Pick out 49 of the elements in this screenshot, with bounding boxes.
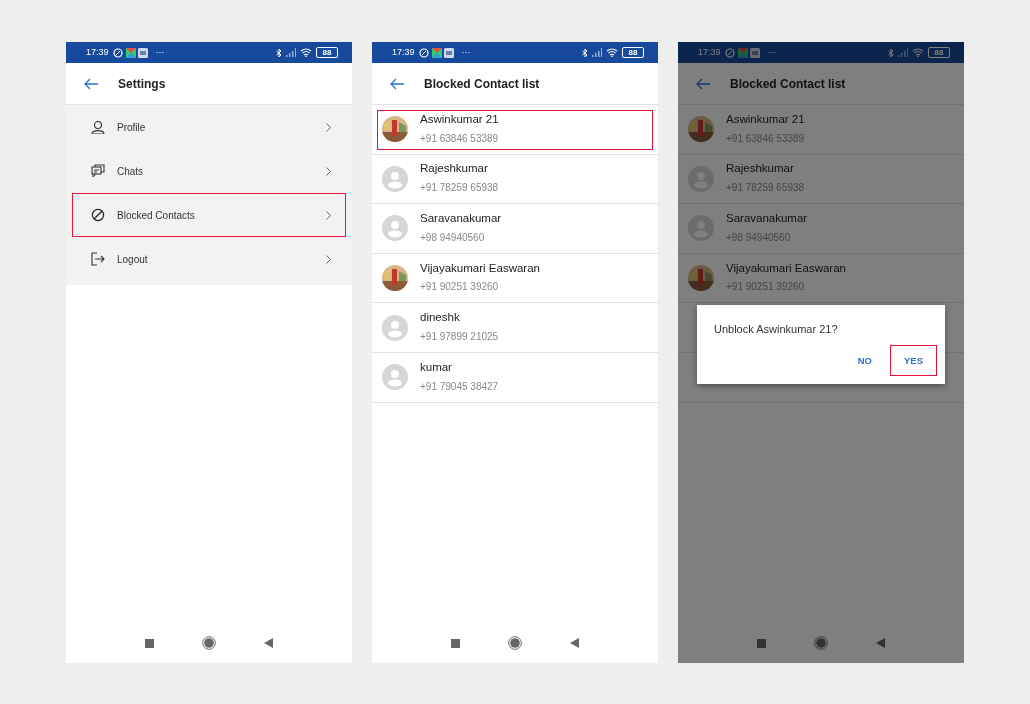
contact-row[interactable]: Aswinkumar 21 +91 63846 53389 — [678, 105, 964, 155]
contact-name: Aswinkumar 21 — [726, 112, 805, 127]
contact-phone: +91 90251 39260 — [420, 280, 500, 295]
contact-name: Vijayakumari Easwaran — [726, 261, 846, 276]
status-time: 17:39 — [698, 45, 721, 59]
settings-item[interactable]: Logout — [72, 237, 346, 281]
contact-row[interactable]: Saravanakumar +98 94940560 — [372, 204, 658, 254]
contact-name: Saravanakumar — [726, 212, 808, 226]
settings-item[interactable]: Profile — [72, 105, 346, 149]
contact-phone: +98 94940560 — [420, 230, 486, 245]
contact-phone: +91 97899 21025 — [420, 330, 499, 345]
battery-indicator: 88 — [316, 47, 338, 58]
contact-row[interactable]: dineshk +91 97899 21025 — [372, 303, 658, 353]
contact-name: dineshk — [420, 311, 461, 326]
contact-name: kumar — [420, 360, 453, 375]
contact-row[interactable]: Saravanakumar +98 94940560 — [678, 204, 964, 254]
status-time: 17:39 — [86, 45, 109, 59]
contact-row[interactable]: Vijayakumari Easwaran +91 90251 39260 — [678, 253, 964, 304]
contact-name: Rajeshkumar — [420, 162, 489, 177]
contact-row[interactable]: Aswinkumar 21 +91 63846 53389 — [372, 105, 658, 155]
dialog-button[interactable]: NO — [843, 344, 886, 376]
screen-title: Settings — [118, 75, 166, 93]
contact-name: Rajeshkumar — [726, 162, 795, 177]
contact-phone: +91 79045 38427 — [420, 379, 499, 394]
contact-name: Aswinkumar 21 — [420, 112, 499, 127]
contact-phone: +91 90251 39260 — [726, 280, 806, 295]
dialog-button[interactable]: YES — [890, 344, 937, 376]
contact-row[interactable]: Rajeshkumar +91 78259 65938 — [678, 154, 964, 205]
screen-title: Blocked Contact list — [424, 75, 540, 93]
contact-phone: +91 63846 53389 — [420, 131, 499, 146]
contact-row[interactable]: Rajeshkumar +91 78259 65938 — [372, 154, 658, 205]
contact-phone: +91 78259 65938 — [420, 181, 499, 196]
battery-indicator: 88 — [928, 47, 950, 58]
contact-row[interactable]: Vijayakumari Easwaran +91 90251 39260 — [372, 253, 658, 304]
contact-name: Saravanakumar — [420, 212, 502, 226]
settings-item[interactable]: Chats — [72, 149, 346, 193]
settings-item[interactable]: Blocked Contacts — [72, 193, 346, 237]
contact-row[interactable]: kumar +91 79045 38427 — [372, 352, 658, 403]
contact-phone: +91 78259 65938 — [726, 181, 805, 196]
screen-title: Blocked Contact list — [730, 75, 846, 93]
contact-phone: +98 94940560 — [726, 230, 792, 245]
more-indicator: ··· — [155, 45, 165, 59]
contact-name: Vijayakumari Easwaran — [420, 261, 540, 276]
dialog-message: Unblock Aswinkumar 21? — [714, 322, 839, 337]
battery-indicator: 88 — [622, 47, 644, 58]
status-time: 17:39 — [392, 45, 415, 59]
contact-phone: +91 63846 53389 — [726, 131, 805, 146]
more-indicator: ··· — [461, 45, 471, 59]
more-indicator: ··· — [767, 45, 777, 59]
